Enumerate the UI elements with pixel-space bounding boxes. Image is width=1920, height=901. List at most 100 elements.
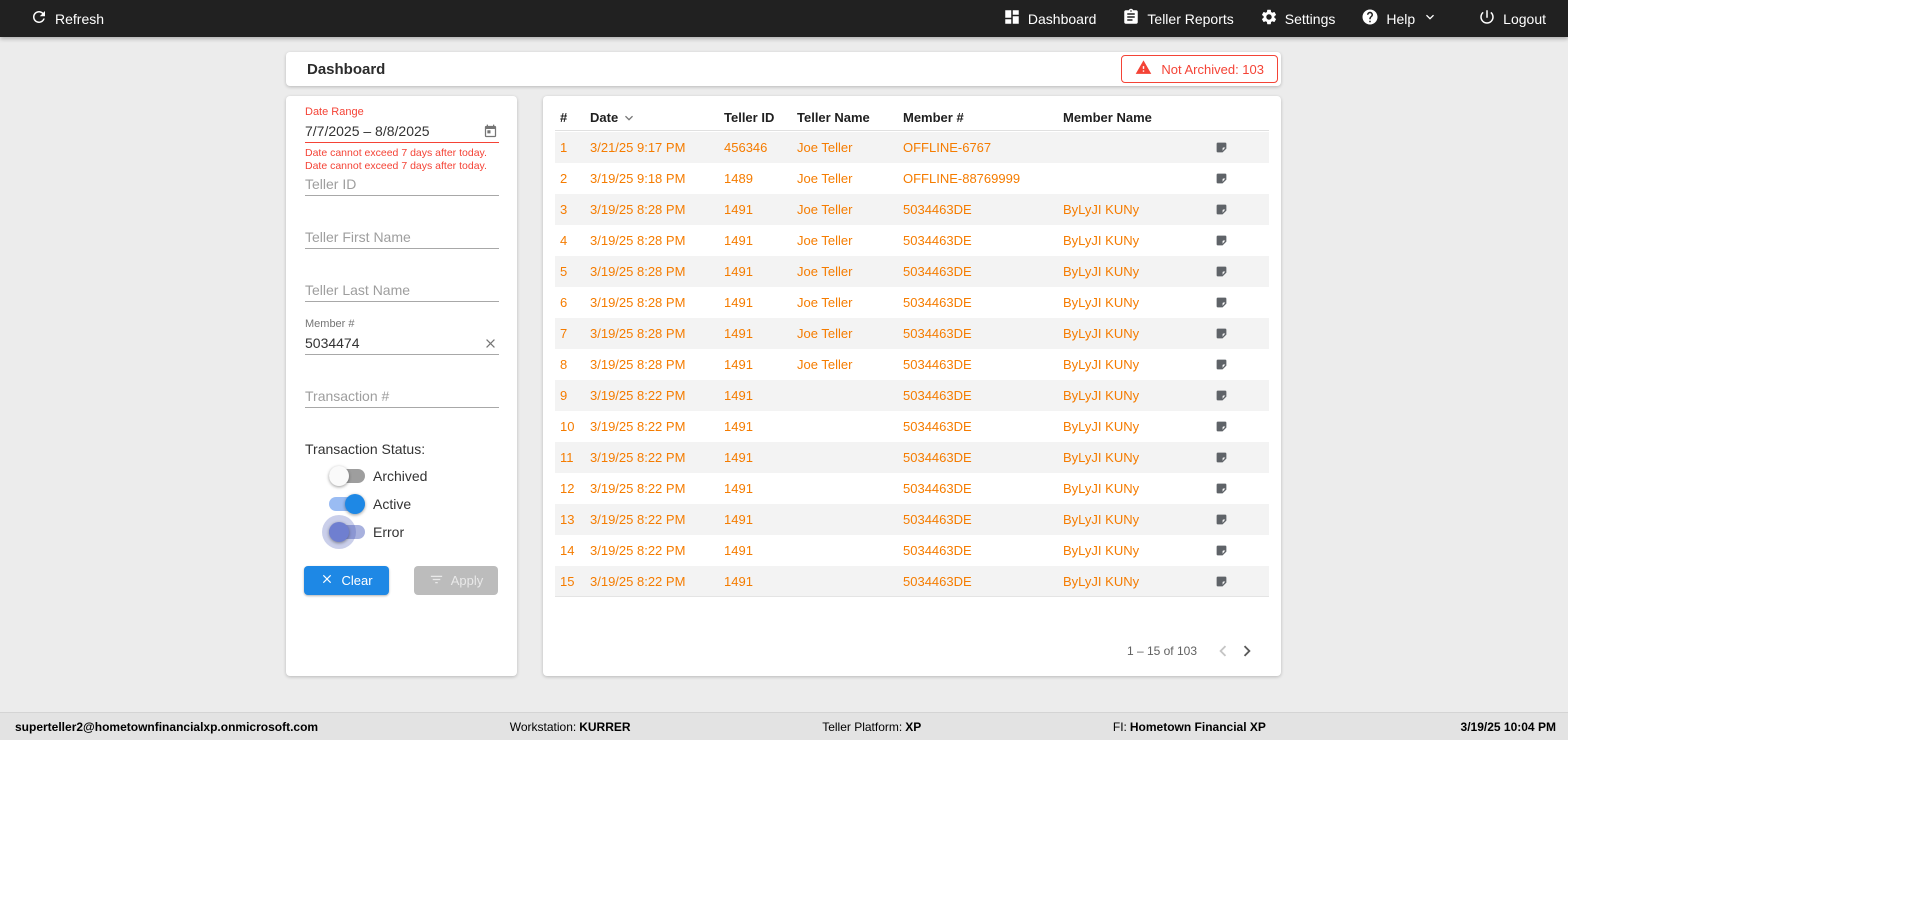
memo-note-icon[interactable] (1215, 141, 1228, 154)
cell-date: 3/19/25 8:28 PM (590, 295, 686, 310)
previous-page-button[interactable] (1211, 639, 1235, 663)
nav-teller-reports[interactable]: Teller Reports (1122, 8, 1234, 29)
cell-date: 3/19/25 8:22 PM (590, 450, 686, 465)
table-row[interactable]: 11 3/19/25 8:22 PM 1491 5034463DE ByLyJI KUN… (555, 442, 1269, 473)
filter-panel: Date Range Date cannot exceed 7 days aft… (286, 96, 517, 676)
memo-note-icon[interactable] (1215, 327, 1228, 340)
cell-date: 3/19/25 8:22 PM (590, 481, 686, 496)
date-range-input[interactable] (305, 123, 481, 139)
table-row[interactable]: 3 3/19/25 8:28 PM 1491 Joe Teller 5034463DE B… (555, 194, 1269, 225)
power-icon (1478, 8, 1496, 29)
memo-note-icon[interactable] (1215, 296, 1228, 309)
toggle-row-error: Error (305, 515, 499, 549)
memo-note-icon[interactable] (1215, 203, 1228, 216)
teller-last-name-input[interactable] (305, 282, 499, 298)
cell-teller-name (792, 411, 898, 442)
table-body: 1 3/21/25 9:17 PM 456346 Joe Teller OFFLINE-… (555, 132, 1269, 597)
cell-row-number: 1 (560, 140, 568, 155)
sort-desc-icon (621, 110, 637, 126)
cell-member-name: ByLyJI KUNy (1063, 233, 1140, 248)
toggle-row-archived: Archived (305, 464, 499, 488)
teller-first-name-field (305, 226, 499, 249)
memo-note-icon[interactable] (1215, 234, 1228, 247)
nav-logout[interactable]: Logout (1478, 8, 1546, 29)
top-toolbar: Refresh Dashboard Teller Reports Setting… (0, 0, 1568, 37)
cell-member-name: ByLyJI KUNy (1063, 295, 1140, 310)
cell-teller-id: 1491 (724, 202, 753, 217)
cell-row-number: 3 (560, 202, 568, 217)
table-row[interactable]: 9 3/19/25 8:22 PM 1491 5034463DE ByLyJI KUNy (555, 380, 1269, 411)
not-archived-badge[interactable]: Not Archived: 103 (1121, 55, 1278, 83)
column-header-teller-id[interactable]: Teller ID (719, 110, 792, 125)
cell-date: 3/19/25 8:28 PM (590, 202, 686, 217)
cell-row-number: 13 (560, 512, 575, 527)
nav-dashboard[interactable]: Dashboard (1003, 8, 1096, 29)
memo-note-icon[interactable] (1215, 482, 1228, 495)
nav-help-label: Help (1386, 10, 1416, 27)
cell-teller-name: Joe Teller (797, 202, 853, 217)
date-error-line-1: Date cannot exceed 7 days after today. (305, 147, 487, 159)
next-page-button[interactable] (1235, 639, 1259, 663)
cell-member-name: ByLyJI KUNy (1063, 543, 1140, 558)
cell-member-name: ByLyJI KUNy (1063, 481, 1140, 496)
cell-teller-name (792, 504, 898, 535)
memo-note-icon[interactable] (1215, 451, 1228, 464)
close-icon (320, 572, 334, 589)
memo-note-icon[interactable] (1215, 575, 1228, 588)
archived-toggle-label: Archived (373, 468, 428, 484)
apply-button[interactable]: Apply (414, 566, 498, 595)
column-header-member-name[interactable]: Member Name (1058, 110, 1210, 125)
cell-member-name: ByLyJI KUNy (1063, 450, 1140, 465)
clear-button[interactable]: Clear (304, 566, 389, 595)
reports-icon (1122, 8, 1140, 29)
table-row[interactable]: 14 3/19/25 8:22 PM 1491 5034463DE ByLyJI KUN… (555, 535, 1269, 566)
table-row[interactable]: 12 3/19/25 8:22 PM 1491 5034463DE ByLyJI KUN… (555, 473, 1269, 504)
cell-row-number: 11 (560, 450, 574, 465)
clear-member-icon[interactable] (481, 334, 499, 352)
memo-note-icon[interactable] (1215, 265, 1228, 278)
memo-note-icon[interactable] (1215, 544, 1228, 557)
active-toggle[interactable] (329, 494, 365, 514)
table-row[interactable]: 2 3/19/25 9:18 PM 1489 Joe Teller OFFLINE-88… (555, 163, 1269, 194)
memo-note-icon[interactable] (1215, 420, 1228, 433)
table-row[interactable]: 5 3/19/25 8:28 PM 1491 Joe Teller 5034463DE B… (555, 256, 1269, 287)
column-header-number[interactable]: # (555, 110, 585, 125)
column-header-member-number[interactable]: Member # (898, 110, 1058, 125)
error-toggle[interactable] (322, 515, 365, 549)
logged-in-user: superteller2@hometownfinancialxp.onmicro… (15, 719, 319, 734)
cell-teller-name (792, 535, 898, 566)
table-row[interactable]: 7 3/19/25 8:28 PM 1491 Joe Teller 5034463DE B… (555, 318, 1269, 349)
memo-note-icon[interactable] (1215, 358, 1228, 371)
column-header-date[interactable]: Date (585, 110, 719, 126)
member-number-input[interactable] (305, 335, 481, 351)
nav-help-menu[interactable]: Help (1361, 8, 1438, 29)
cell-member-number: 5034463DE (903, 419, 972, 434)
calendar-icon[interactable] (481, 122, 499, 140)
table-row[interactable]: 4 3/19/25 8:28 PM 1491 Joe Teller 5034463DE B… (555, 225, 1269, 256)
table-row[interactable]: 15 3/19/25 8:22 PM 1491 5034463DE ByLyJI KUN… (555, 566, 1269, 597)
table-row[interactable]: 10 3/19/25 8:22 PM 1491 5034463DE ByLyJI KUN… (555, 411, 1269, 442)
teller-id-input[interactable] (305, 176, 499, 192)
nav-settings[interactable]: Settings (1260, 8, 1335, 29)
column-header-teller-name[interactable]: Teller Name (792, 110, 898, 125)
table-row[interactable]: 6 3/19/25 8:28 PM 1491 Joe Teller 5034463DE B… (555, 287, 1269, 318)
toggle-row-active: Active (305, 492, 499, 516)
transaction-number-input[interactable] (305, 388, 499, 404)
refresh-icon (30, 8, 48, 29)
memo-note-icon[interactable] (1215, 172, 1228, 185)
cell-member-name: ByLyJI KUNy (1063, 388, 1140, 403)
teller-first-name-input[interactable] (305, 229, 499, 245)
refresh-button[interactable]: Refresh (30, 8, 104, 29)
table-row[interactable]: 1 3/21/25 9:17 PM 456346 Joe Teller OFFLINE-… (555, 132, 1269, 163)
cell-teller-name: Joe Teller (797, 233, 853, 248)
cell-row-number: 12 (560, 481, 575, 496)
memo-note-icon[interactable] (1215, 389, 1228, 402)
cell-member-name: ByLyJI KUNy (1063, 264, 1140, 279)
memo-note-icon[interactable] (1215, 513, 1228, 526)
table-row[interactable]: 8 3/19/25 8:28 PM 1491 Joe Teller 5034463DE B… (555, 349, 1269, 380)
table-row[interactable]: 13 3/19/25 8:22 PM 1491 5034463DE ByLyJI KUN… (555, 504, 1269, 535)
cell-member-number: 5034463DE (903, 512, 972, 527)
cell-member-name: ByLyJI KUNy (1063, 357, 1140, 372)
archived-toggle[interactable] (329, 466, 365, 486)
cell-teller-name: Joe Teller (797, 357, 853, 372)
